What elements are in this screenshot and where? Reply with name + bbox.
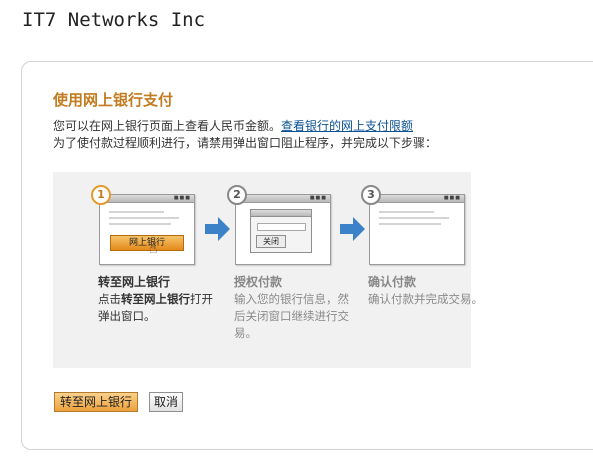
cancel-button[interactable]: 取消 bbox=[149, 392, 184, 412]
hand-cursor-icon: ☝ bbox=[149, 241, 158, 257]
text-line-placeholder bbox=[379, 211, 434, 213]
intro-line-2: 为了使付款过程顺利进行，请禁用弹出窗口阻止程序，并完成以下步骤： bbox=[53, 136, 438, 150]
online-banking-illustration-button: 网上银行 bbox=[110, 235, 184, 251]
browser-window-illustration: ■■■ 关闭 bbox=[235, 194, 331, 265]
step-title: 转至网上银行 bbox=[98, 275, 171, 289]
step-number-badge: 1 bbox=[91, 185, 111, 205]
dialog-field-placeholder bbox=[257, 223, 306, 231]
merchant-name: IT7 Networks Inc bbox=[22, 9, 206, 31]
next-step-arrow-icon bbox=[205, 217, 230, 241]
window-controls-icon: ■■■ bbox=[173, 195, 191, 201]
window-titlebar: ■■■ bbox=[236, 195, 330, 203]
browser-window-illustration: ■■■ 网上银行 ☝ bbox=[99, 194, 195, 265]
step-number-badge: 2 bbox=[227, 185, 247, 205]
step-title: 确认付款 bbox=[368, 275, 417, 289]
step-number-badge: 3 bbox=[361, 185, 381, 205]
window-controls-icon: ■■■ bbox=[443, 195, 461, 201]
step-description: 输入您的银行信息，然后关闭窗口继续进行交易。 bbox=[234, 292, 349, 340]
window-titlebar: ■■■ bbox=[370, 195, 464, 203]
bank-limit-link[interactable]: 查看银行的网上支付限额 bbox=[281, 119, 413, 133]
browser-window-illustration: ■■■ bbox=[369, 194, 465, 265]
text-line-placeholder bbox=[379, 223, 441, 225]
intro-text: 您可以在网上银行页面上查看人民币金额。查看银行的网上支付限额 为了使付款过程顺利… bbox=[53, 118, 437, 152]
step-title: 授权付款 bbox=[234, 275, 283, 289]
action-buttons: 转至网上银行 取消 bbox=[54, 392, 184, 412]
text-line-placeholder bbox=[109, 223, 171, 225]
step-2: ■■■ 关闭 2 授权付款 输入您的银行信息，然后关闭窗口继续进行交易。 bbox=[227, 172, 359, 368]
step-desc-prefix: 点击 bbox=[98, 292, 121, 306]
payment-panel: 使用网上银行支付 您可以在网上银行页面上查看人民币金额。查看银行的网上支付限额 … bbox=[21, 61, 593, 450]
step-description: 点击转至网上银行打开弹出窗口。 bbox=[98, 291, 222, 325]
intro-line-1: 您可以在网上银行页面上查看人民币金额。查看银行的网上支付限额 bbox=[53, 118, 437, 135]
panel-title: 使用网上银行支付 bbox=[53, 91, 174, 109]
step-1: ■■■ 网上银行 ☝ 1 转至网上银行 点击转至网上银行打开弹出窗口。 bbox=[91, 172, 223, 368]
step-3: ■■■ 3 确认付款 确认付款并完成交易。 bbox=[361, 172, 493, 368]
next-step-arrow-icon bbox=[340, 217, 365, 241]
window-controls-icon: ■■■ bbox=[309, 195, 327, 201]
text-line-placeholder bbox=[109, 217, 179, 219]
step-description: 确认付款并完成交易。 bbox=[368, 292, 483, 306]
step-desc-bold: 转至网上银行 bbox=[121, 292, 190, 306]
text-line-placeholder bbox=[379, 217, 449, 219]
popup-dialog-illustration: 关闭 bbox=[250, 209, 312, 253]
window-titlebar: ■■■ bbox=[100, 195, 194, 203]
text-line-placeholder bbox=[109, 211, 164, 213]
dialog-titlebar bbox=[251, 210, 311, 217]
steps-illustration: ■■■ 网上银行 ☝ 1 转至网上银行 点击转至网上银行打开弹出窗口。 ■■■ … bbox=[53, 172, 483, 368]
close-illustration-button: 关闭 bbox=[256, 235, 286, 248]
go-to-online-banking-button[interactable]: 转至网上银行 bbox=[54, 392, 139, 412]
intro-line-1-text: 您可以在网上银行页面上查看人民币金额。 bbox=[53, 119, 282, 133]
